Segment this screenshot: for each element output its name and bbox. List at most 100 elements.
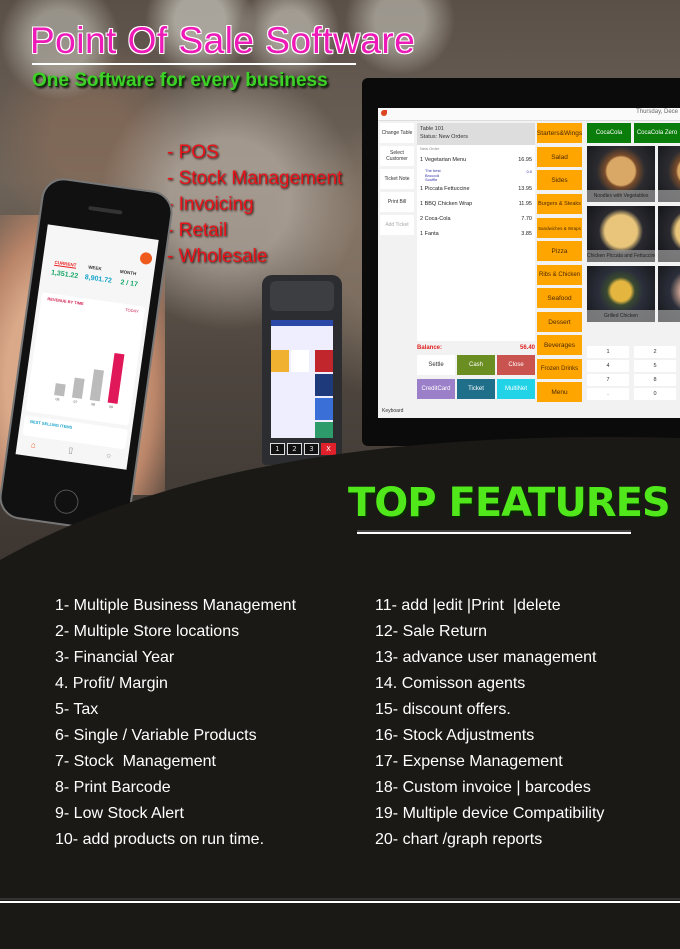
tab-current[interactable]: CURRENT [54, 259, 77, 269]
food-tile[interactable]: Noodles with Vegetables [587, 146, 655, 202]
food-tile[interactable] [658, 266, 680, 322]
revenue-x-label: 07 [73, 399, 78, 405]
feature-item: 1- Multiple Business Management [55, 597, 297, 614]
highlights-list: - POS - Stock Management - Invoicing - R… [167, 140, 342, 270]
revenue-card: REVENUE BY TIME TODAY 06 07 08 09 [25, 292, 146, 426]
category-seafood[interactable]: Seafood [537, 288, 582, 308]
revenue-x-label: 09 [108, 404, 114, 410]
revenue-bar [107, 352, 125, 404]
week-value: 8,901.72 [84, 274, 113, 285]
tab-month[interactable]: MONTH [120, 269, 137, 276]
feature-item: 16- Stock Adjustments [375, 727, 535, 744]
select-customer-button[interactable]: Select Customer [380, 146, 414, 166]
print-bill-button[interactable]: Print Bill [380, 192, 414, 212]
change-table-button[interactable]: Change Table [380, 123, 414, 143]
revenue-x-label: 06 [55, 397, 60, 402]
phone-home-button[interactable] [52, 488, 80, 516]
order-line[interactable]: 1 Fanta 3.85 [420, 231, 532, 237]
terminal-tile[interactable] [315, 398, 333, 420]
food-tile[interactable]: Grilled Chicken [587, 266, 655, 322]
terminal-screen [271, 320, 333, 438]
terminal-tile[interactable] [315, 374, 333, 396]
order-line[interactable]: 2 Coca-Cola 7.70 [420, 216, 532, 222]
category-starters-wings[interactable]: Starters&Wings [537, 123, 582, 143]
terminal-cancel-key[interactable]: X [321, 443, 336, 455]
category-dessert[interactable]: Dessert [537, 312, 582, 332]
revenue-title: REVENUE BY TIME [47, 296, 85, 307]
ticket-button[interactable]: Ticket [457, 379, 495, 399]
order-status: Status: New Orders [420, 134, 468, 140]
new-order-label: New Order [420, 146, 440, 151]
category-sandwiches-wraps[interactable]: Sandwiches & Wraps [537, 218, 582, 238]
order-line[interactable]: 1 Vegetarian Menu 16.95 [420, 157, 532, 163]
pos-top-bar: Thursday, Dece [378, 108, 680, 121]
cash-button[interactable]: Cash [457, 355, 495, 375]
numpad-key[interactable]: . [587, 388, 629, 400]
category-salad[interactable]: Salad [537, 147, 582, 167]
highlight-item: - Invoicing [167, 194, 254, 215]
keyboard-label[interactable]: Keyboard [382, 408, 403, 414]
terminal-key[interactable]: 2 [287, 443, 302, 455]
order-sub-items: The best Broccoli Souffle [425, 168, 441, 182]
drink-cocacola-zero[interactable]: CocaCola Zero [634, 123, 680, 143]
close-button[interactable]: Close [497, 355, 535, 375]
add-ticket-button[interactable]: Add Ticket [380, 215, 414, 235]
numpad-key[interactable]: 4 [587, 360, 629, 372]
highlight-item: - POS [167, 142, 219, 163]
category-sides[interactable]: Sides [537, 170, 582, 190]
feature-item: 11- add |edit |Print |delete [375, 597, 561, 614]
settings-icon[interactable]: ○ [106, 451, 112, 461]
feature-item: 2- Multiple Store locations [55, 623, 240, 640]
page-subtitle: One Software for every business [32, 70, 328, 91]
pos-screen: Thursday, Dece Change Table Select Custo… [378, 108, 680, 418]
creditcard-button[interactable]: CreditCard [417, 379, 455, 399]
best-selling-title: BEST SELLING ITEMS [29, 418, 73, 430]
balance-label: Balance: [417, 345, 443, 351]
multinet-button[interactable]: MultiNet [497, 379, 535, 399]
terminal-tile[interactable] [315, 350, 333, 372]
phone-action-button[interactable] [139, 251, 153, 266]
category-beverages[interactable]: Beverages [537, 335, 582, 355]
feature-item: 12- Sale Return [375, 623, 488, 640]
category-burgers-steaks[interactable]: Burgers & Steaks [537, 194, 582, 214]
numpad-key[interactable]: 1 [587, 346, 629, 358]
drink-cocacola[interactable]: CocaCola [587, 123, 631, 143]
terminal-tile[interactable] [271, 350, 289, 372]
home-icon[interactable]: ⌂ [30, 440, 36, 450]
revenue-bar [71, 377, 85, 399]
app-logo-icon [381, 110, 387, 116]
feature-item: 9- Low Stock Alert [55, 805, 184, 822]
order-line[interactable]: 1 Piccata Fettuccine 13.95 [420, 186, 532, 192]
feature-item: 19- Multiple device Compatibility [375, 805, 605, 822]
today-dropdown[interactable]: TODAY [125, 307, 139, 314]
numpad-key[interactable]: 7 [587, 374, 629, 386]
numpad-key[interactable]: 0 [634, 388, 676, 400]
footer-divider [0, 901, 680, 903]
inventory-icon[interactable]: ▯ [68, 446, 74, 456]
features-underline [357, 532, 631, 534]
category-menu[interactable]: Menu [537, 382, 582, 402]
phone-screen: CURRENT WEEK MONTH 1,351.22 8,901.72 2 /… [15, 224, 159, 470]
terminal-key[interactable]: 3 [304, 443, 319, 455]
order-list: New Order 1 Vegetarian Menu 16.95 The bes… [417, 145, 535, 341]
terminal-tile[interactable] [291, 350, 309, 372]
numpad-key[interactable]: 8 [634, 374, 676, 386]
numpad-key[interactable]: 2 [634, 346, 676, 358]
feature-item: 13- advance user management [375, 649, 597, 666]
feature-item: 3- Financial Year [55, 649, 175, 666]
food-tile[interactable]: Dyn [658, 206, 680, 262]
category-frozen-drinks[interactable]: Frozen Drinks [537, 359, 582, 379]
category-pizza[interactable]: Pizza [537, 241, 582, 261]
category-ribs-chicken[interactable]: Ribs & Chicken [537, 265, 582, 285]
food-tile[interactable]: Chicken [658, 146, 680, 202]
food-tile[interactable]: Chicken Piccata and Fettuccine [587, 206, 655, 262]
order-line[interactable]: 1 BBQ Chicken Wrap 11.95 [420, 201, 532, 207]
terminal-tile[interactable] [315, 422, 333, 438]
settle-button[interactable]: Settle [417, 355, 455, 375]
features-left-column: 1- Multiple Business Management 2- Multi… [55, 593, 296, 853]
ticket-note-button[interactable]: Ticket Note [380, 169, 414, 189]
feature-item: 17- Expense Management [375, 753, 563, 770]
numpad-key[interactable]: 5 [634, 360, 676, 372]
terminal-key[interactable]: 1 [270, 443, 285, 455]
tab-week[interactable]: WEEK [88, 264, 102, 271]
